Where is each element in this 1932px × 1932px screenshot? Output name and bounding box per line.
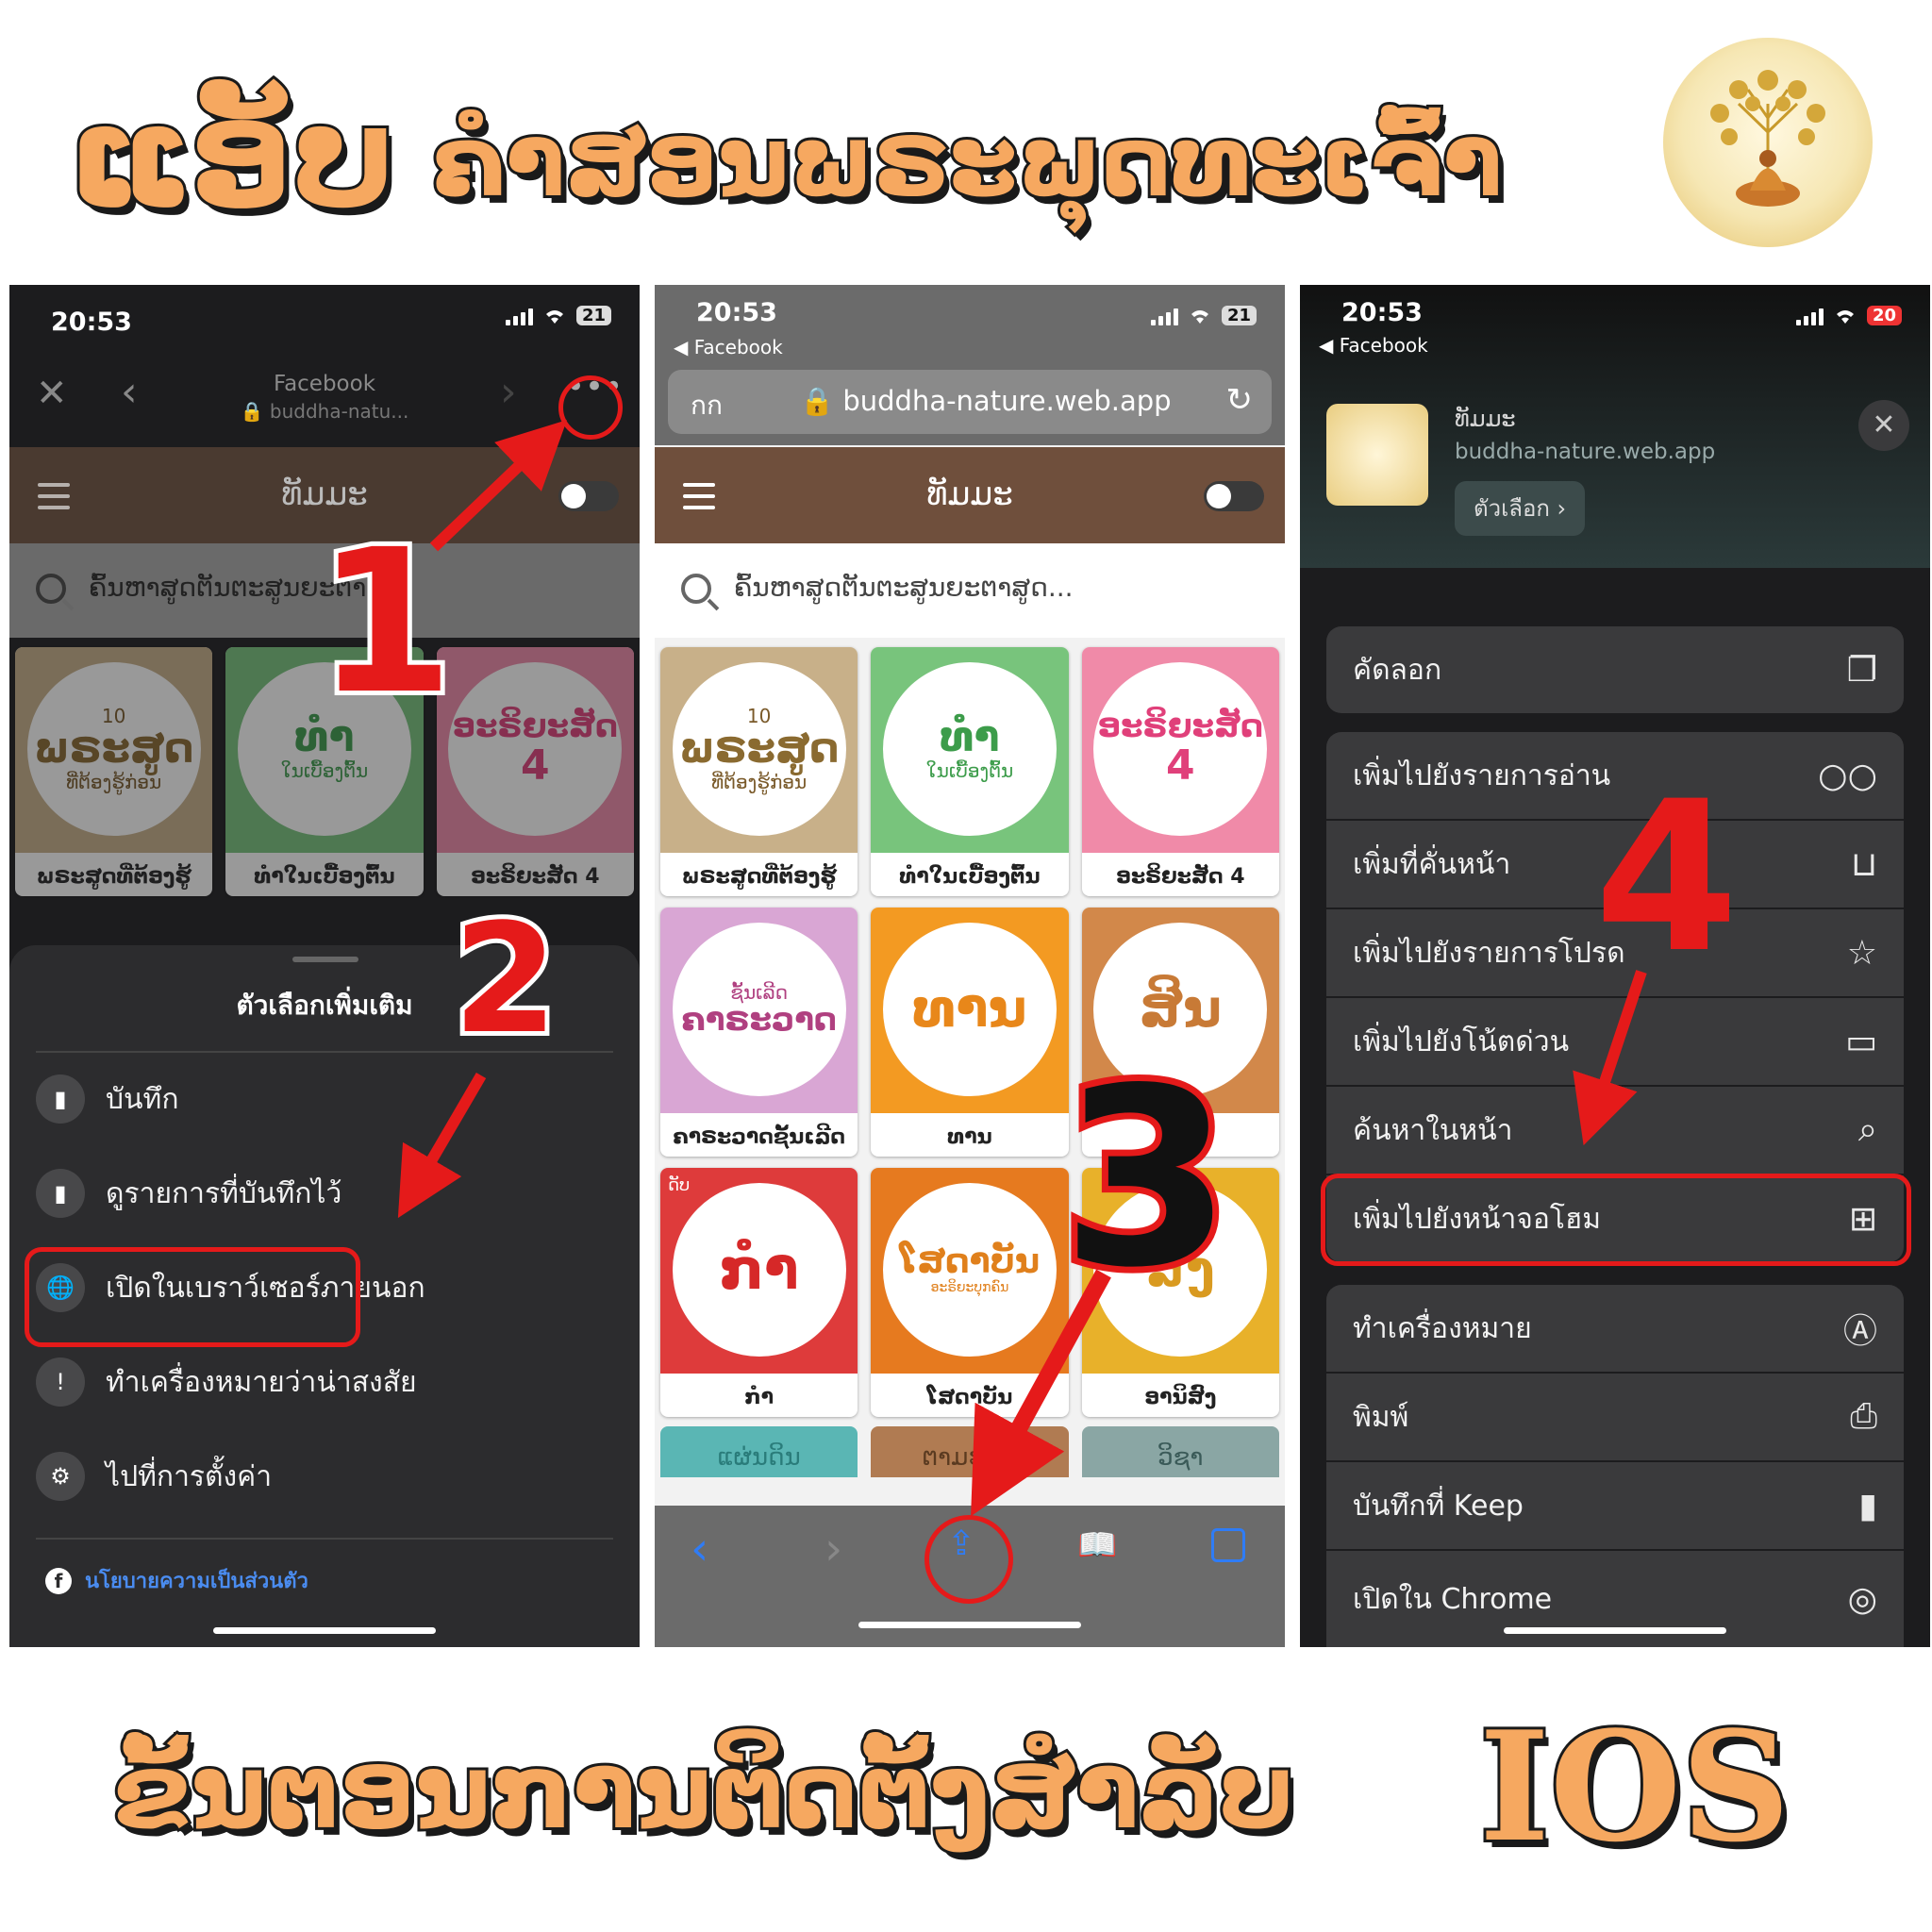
back-to-facebook[interactable]: ◀ Facebook (674, 336, 783, 358)
back-icon[interactable]: ‹ (691, 1523, 708, 1575)
bookmark-icon: ▮ (36, 1074, 85, 1124)
printer-icon: ⎙ (1850, 1397, 1877, 1436)
home-indicator (213, 1627, 436, 1634)
site-name: ທັມມະ (1455, 406, 1516, 432)
action-save-keep[interactable]: บันทึกที่ Keep ▮ (1326, 1462, 1904, 1549)
list-item[interactable]: ອະຣິຍະສັດ 4 ອະຣິຍະສັດ 4 (436, 647, 634, 896)
privacy-link[interactable]: f นโยบายความเป็นส่วนตัว (45, 1564, 308, 1597)
list-item[interactable]: ແຜ່ນດິນ (660, 1426, 858, 1477)
options-button[interactable]: ตัวเลือก › (1455, 481, 1586, 536)
action-markup[interactable]: ทำเครื่องหมาย Ⓐ (1326, 1285, 1904, 1372)
list-item[interactable]: ວິຊາ (1081, 1426, 1279, 1477)
home-indicator (858, 1622, 1081, 1628)
forward-icon[interactable]: › (500, 368, 517, 416)
menu-item-saved-list[interactable]: ▮ ดูรายการที่บันทึกไว้ (36, 1157, 613, 1230)
list-item[interactable]: 10 ພຣະສູດ ທີ່ຕ້ອງຮູ້ກ່ອນ ພຣະສູດທີ່ຕ້ອງຮູ້ (660, 647, 858, 896)
search-bar[interactable]: ຄົ້ນຫາສູດຕັນຕະສູນຍະຕາສູດ... (655, 543, 1285, 638)
action-quick-note[interactable]: เพิ่มไปยังโน้ตด่วน ▭ (1326, 998, 1904, 1085)
step-number-2: 2 (448, 891, 562, 1067)
wifi-icon (1836, 309, 1854, 324)
list-item[interactable]: ອະຣິຍະສັດ 4 ອະຣິຍະສັດ 4 (1081, 647, 1279, 896)
signal-icon (1795, 307, 1824, 325)
action-find-on-page[interactable]: ค้นหาในหน้า ⌕ (1326, 1087, 1904, 1174)
star-icon: ☆ (1846, 933, 1877, 973)
signal-icon (1150, 307, 1178, 325)
step-number-1: 1 (311, 507, 458, 738)
bookmarks-icon[interactable]: 📖 (1077, 1526, 1117, 1564)
list-item[interactable]: ໂສດາບັນ ອະຣິຍະບຸກຄົນ ໂສດາບັນ (871, 1168, 1069, 1417)
list-item[interactable]: ຕາມຮອຍ (871, 1426, 1069, 1477)
battery-icon: 21 (1221, 306, 1257, 325)
signal-icon (505, 307, 533, 325)
markup-icon: Ⓐ (1842, 1312, 1877, 1351)
action-print[interactable]: พิมพ์ ⎙ (1326, 1374, 1904, 1460)
keep-bookmark-icon: ▮ (1858, 1486, 1877, 1525)
app-header: ທັມມະ (655, 447, 1285, 543)
battery-icon: 21 (575, 306, 611, 325)
menu-item-report[interactable]: ! ทำเครื่องหมายว่าน่าสงสัย (36, 1345, 613, 1419)
forward-icon[interactable]: › (824, 1523, 842, 1575)
facebook-icon: f (45, 1568, 72, 1594)
text-size-button[interactable]: กก (691, 385, 723, 426)
wifi-icon (545, 309, 563, 324)
status-time: 20:53 (51, 308, 132, 337)
menu-item-settings[interactable]: ⚙ ไปที่การตั้งค่า (36, 1440, 613, 1513)
app-title: ທັມມະ (926, 475, 1013, 513)
list-item[interactable]: ທານ ທານ (871, 908, 1069, 1157)
back-to-facebook[interactable]: ◀ Facebook (1319, 334, 1428, 357)
search-icon (681, 574, 711, 604)
header-title-app: ແອັບ (65, 73, 398, 242)
search-icon (36, 574, 66, 604)
browser-url: 🔒 buddha-natu... (240, 400, 409, 423)
battery-icon: 20 (1866, 306, 1902, 325)
theme-toggle[interactable] (1204, 481, 1264, 511)
browser-title: Facebook (273, 372, 376, 396)
gear-icon: ⚙ (36, 1452, 85, 1501)
home-indicator (1504, 1627, 1726, 1634)
phone-screenshot-safari: 20:53 ◀ Facebook 21 กก 🔒 buddha-nature.w… (655, 285, 1285, 1647)
footer-ios: IOS (1476, 1695, 1793, 1878)
status-icons: 21 (505, 306, 611, 325)
menu-item-save[interactable]: ▮ บันทึก (36, 1062, 613, 1136)
header-title: ຄຳສອນພຣະພຸດທະເຈົ້າ (429, 101, 1506, 222)
footer-title: ຂັ້ນຕອນການຕິດຕັ້ງສຳລັບ (110, 1728, 1297, 1855)
status-icons: 20 (1795, 306, 1902, 325)
site-url: buddha-nature.web.app (1455, 440, 1716, 464)
action-copy[interactable]: คัดลอก ❐ (1326, 626, 1904, 713)
close-icon[interactable]: ✕ (1858, 400, 1909, 451)
list-item[interactable]: ຊັ້ນເລີດ ຄາຣະວາດ ຄາຣະວາດຊັ້ນເລີດ (660, 908, 858, 1157)
book-icon: ⊔ (1850, 844, 1877, 884)
saved-list-icon: ▮ (36, 1169, 85, 1218)
address-bar[interactable]: กก 🔒 buddha-nature.web.app ↻ (668, 370, 1272, 434)
step2-highlight (25, 1247, 360, 1347)
reload-icon[interactable]: ↻ (1226, 381, 1254, 419)
wifi-icon (1191, 309, 1208, 324)
theme-toggle[interactable] (558, 481, 619, 511)
sheet-handle[interactable] (292, 957, 358, 962)
step-number-4: 4 (1594, 757, 1740, 998)
find-icon: ⌕ (1857, 1110, 1877, 1149)
step4-highlight (1321, 1174, 1911, 1266)
status-icons: 21 (1150, 306, 1257, 325)
url-field[interactable]: 🔒 buddha-nature.web.app (800, 385, 1172, 418)
copy-icon: ❐ (1846, 650, 1877, 690)
site-thumbnail-icon (1326, 404, 1428, 506)
list-item[interactable]: ທຳ ໃນເບື້ອງຕົ້ນ ທຳໃນເບື້ອງຕົ້ນ (871, 647, 1069, 896)
step3-highlight (924, 1515, 1013, 1604)
list-item[interactable]: 10 ພຣະສູດ ທີ່ຕ້ອງຮູ້ກ່ອນ ພຣະສູດທີ່ຕ້ອງຮູ້ (15, 647, 213, 896)
tabs-icon[interactable] (1211, 1528, 1245, 1562)
search-input[interactable]: ຄົ້ນຫາສູດຕັນຕະສູນຍະຕາສູດ... (734, 572, 1074, 603)
list-item[interactable]: ດັບ ກຳ ກຳ (660, 1168, 858, 1417)
status-time: 20:53 (696, 298, 777, 327)
status-time: 20:53 (1341, 298, 1423, 327)
quick-note-icon: ▭ (1844, 1022, 1877, 1061)
buddha-logo-icon (1663, 38, 1873, 247)
chrome-icon: ◎ (1847, 1579, 1877, 1619)
step1-highlight (558, 375, 623, 440)
alert-icon: ! (36, 1357, 85, 1407)
glasses-icon: ○○ (1818, 756, 1877, 795)
step-number-3: 3 (1055, 1037, 1239, 1322)
